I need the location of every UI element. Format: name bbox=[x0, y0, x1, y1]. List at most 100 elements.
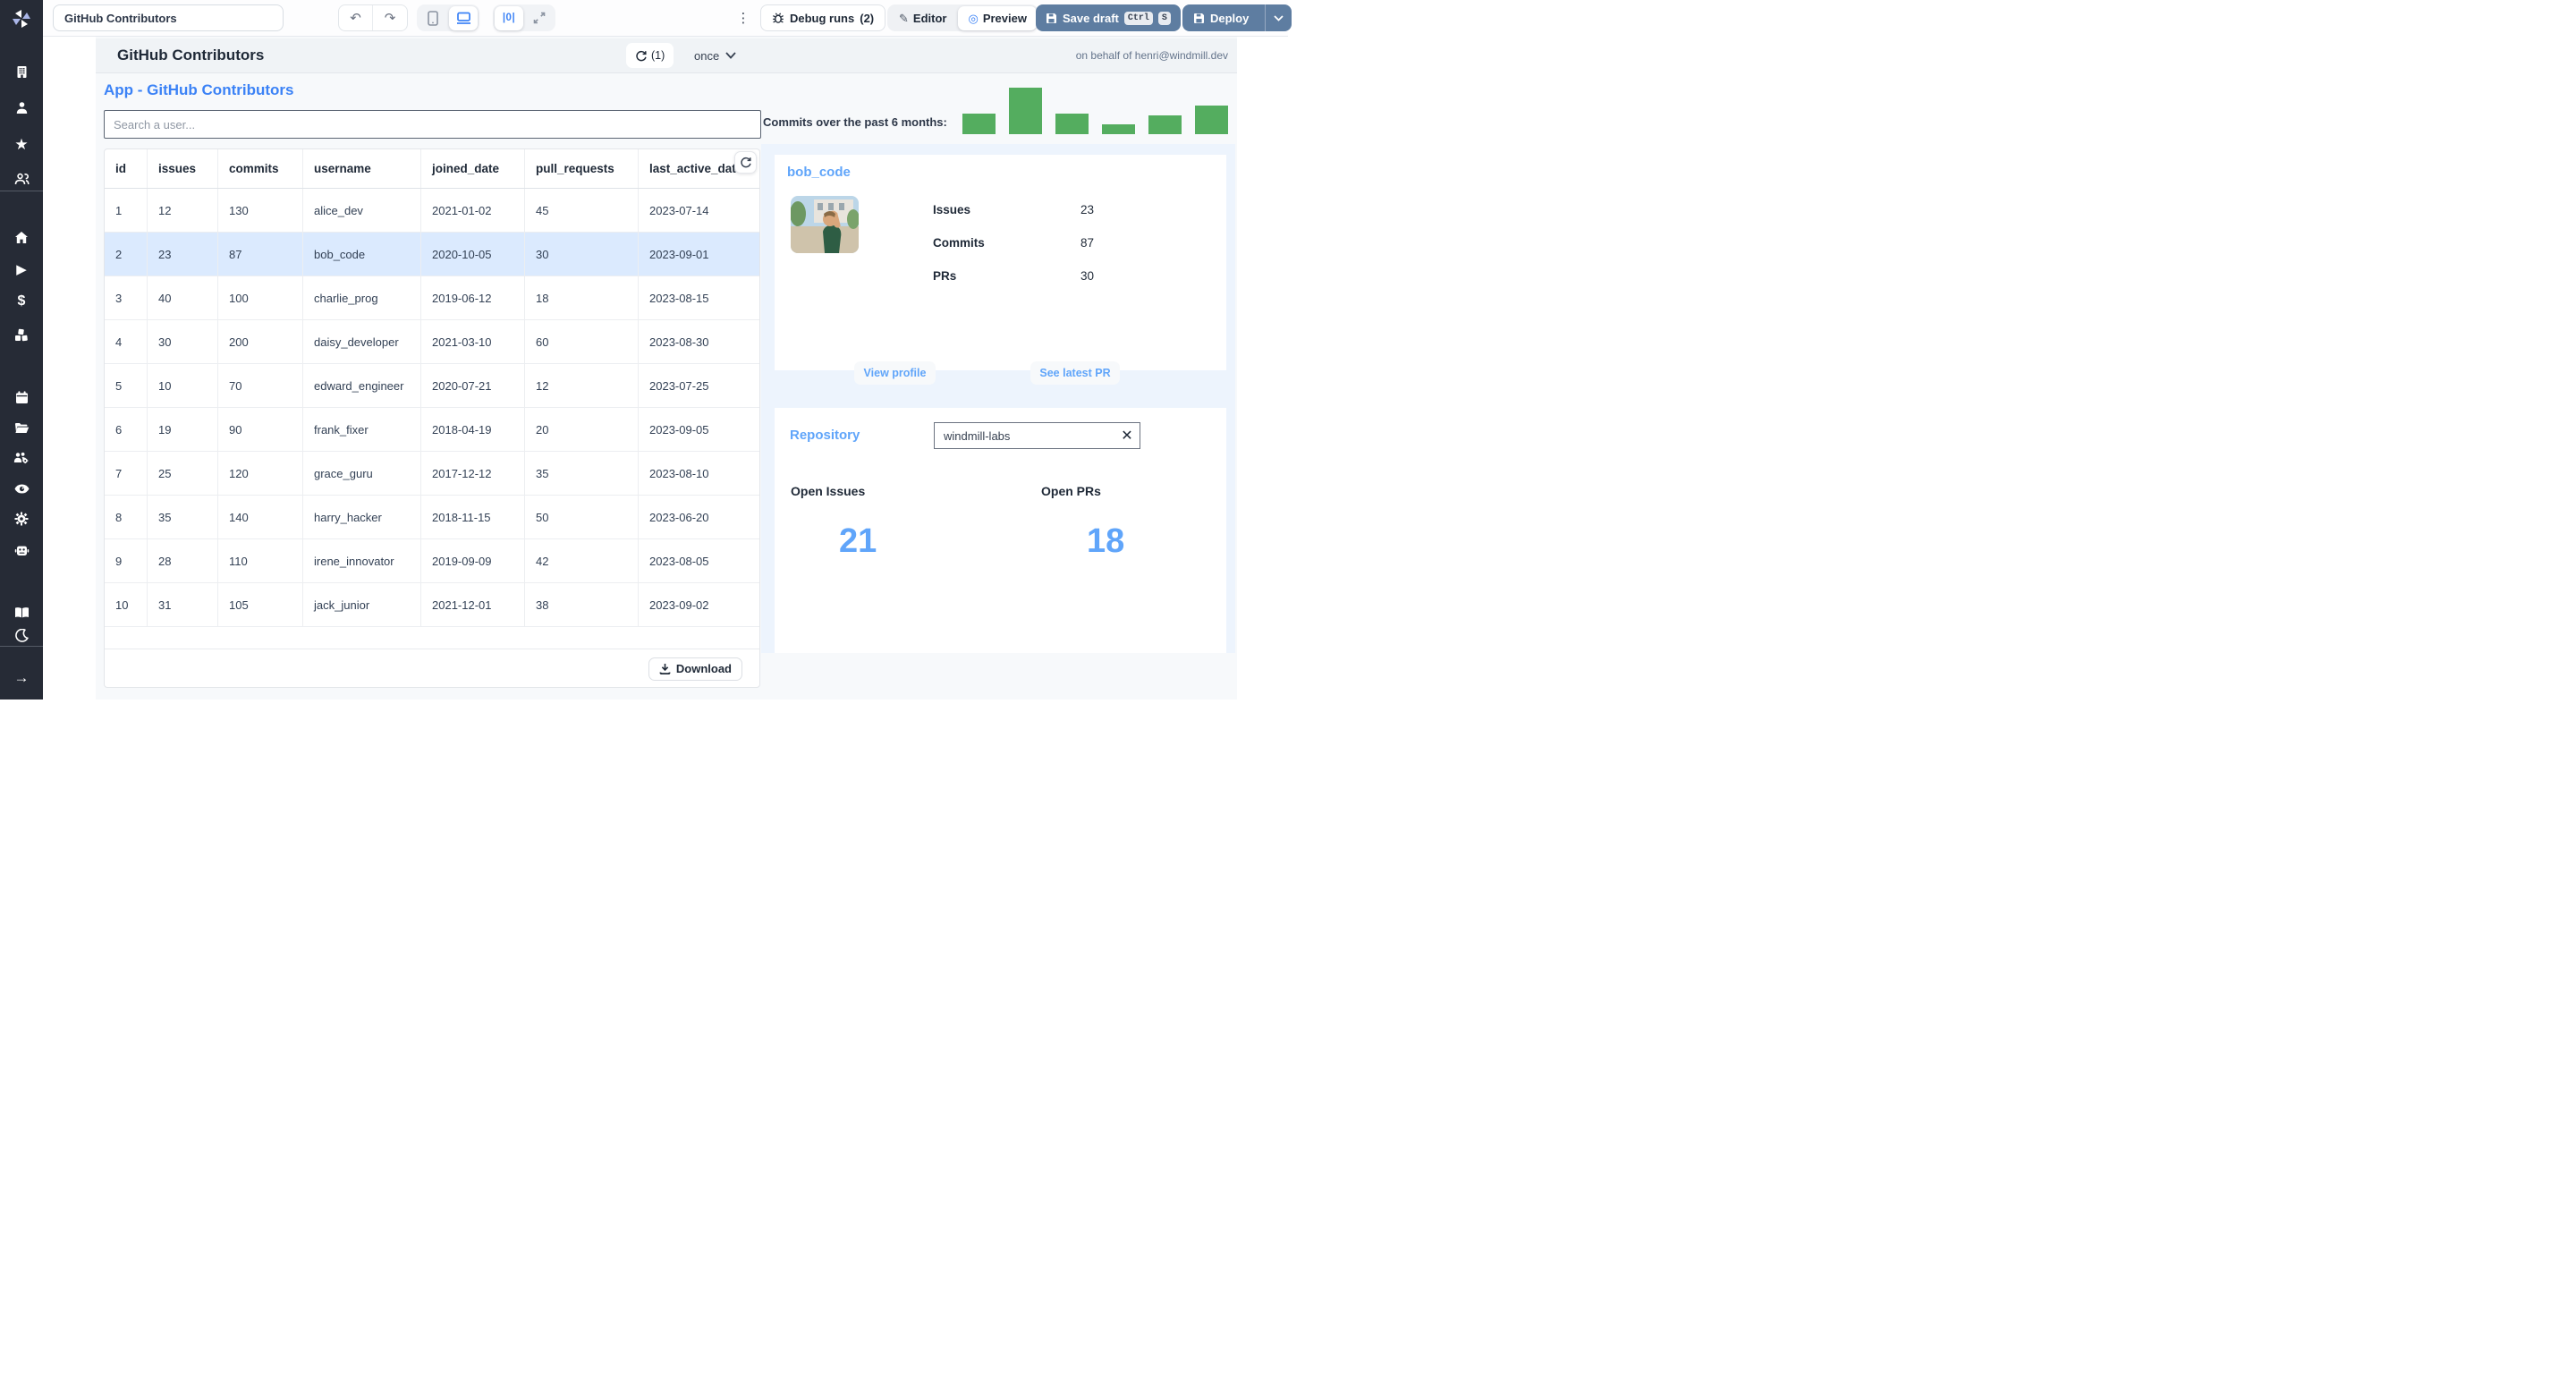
debug-runs-label: Debug runs bbox=[790, 11, 855, 25]
building-icon bbox=[17, 65, 26, 78]
redo-button[interactable]: ↷ bbox=[373, 5, 407, 30]
save-draft-button[interactable]: Save draft Ctrl S bbox=[1036, 4, 1181, 31]
dollar-icon: $ bbox=[17, 293, 26, 309]
sidebar-item-audit[interactable] bbox=[0, 477, 43, 500]
table-row[interactable]: 2 23 87 bob_code 2020-10-05 30 2023-09-01 bbox=[105, 233, 759, 276]
preview-tab[interactable]: ◎ Preview bbox=[958, 5, 1037, 30]
chevron-down-icon bbox=[1274, 14, 1284, 21]
table-row[interactable]: 10 31 105 jack_junior 2021-12-01 38 2023-09-02 bbox=[105, 583, 759, 627]
table-cell: 60 bbox=[525, 320, 639, 363]
table-cell: 38 bbox=[525, 583, 639, 626]
search-input[interactable] bbox=[104, 110, 761, 139]
robot-icon bbox=[14, 546, 29, 555]
table-cell: 4 bbox=[105, 320, 148, 363]
app-title-input[interactable] bbox=[53, 4, 284, 31]
table-cell: 90 bbox=[218, 408, 303, 451]
star-icon: ★ bbox=[14, 135, 29, 153]
sidebar-item-home[interactable] bbox=[0, 225, 43, 249]
table-cell: 35 bbox=[525, 452, 639, 495]
sidebar-item-settings[interactable] bbox=[0, 507, 43, 530]
app-refresh-button[interactable]: (1) bbox=[626, 43, 674, 68]
sidebar-item-docs[interactable] bbox=[0, 600, 43, 623]
sidebar-item-users[interactable] bbox=[0, 167, 43, 191]
deploy-options-button[interactable] bbox=[1265, 4, 1292, 31]
table-row[interactable]: 4 30 200 daisy_developer 2021-03-10 60 2023-08… bbox=[105, 320, 759, 364]
see-latest-pr-button[interactable]: See latest PR bbox=[1030, 361, 1120, 385]
table-cell: 2023-09-01 bbox=[649, 247, 709, 261]
top-toolbar: ↶ ↷ |0| ⋮ Debug runs (2) bbox=[0, 0, 1292, 37]
users-icon bbox=[14, 173, 30, 185]
undo-button[interactable]: ↶ bbox=[339, 5, 373, 30]
user-card: bob_code Issues 23 Commits 87 PRs 30 Vie… bbox=[775, 155, 1226, 385]
stat-value: 30 bbox=[1080, 269, 1095, 283]
table-header-row: id issues commits username joined_date pull_r… bbox=[105, 149, 759, 189]
windmill-logo[interactable] bbox=[0, 0, 43, 37]
column-header-joined_date: joined_date bbox=[421, 149, 525, 188]
debug-runs-button[interactable]: Debug runs (2) bbox=[760, 4, 886, 31]
table-cell: 2 bbox=[105, 233, 148, 276]
editor-tab[interactable]: ✎ Editor bbox=[889, 6, 956, 30]
sidebar-item-resources[interactable] bbox=[0, 323, 43, 346]
sidebar-item-workspace[interactable] bbox=[0, 60, 43, 83]
download-button[interactable]: Download bbox=[648, 657, 742, 681]
sidebar-item-favorites[interactable]: ★ bbox=[0, 132, 43, 156]
desktop-view-button[interactable] bbox=[449, 5, 478, 30]
debug-runs-count: (2) bbox=[860, 11, 875, 25]
deploy-split-button: Deploy bbox=[1182, 4, 1292, 31]
sidebar-item-runs[interactable]: ▶ bbox=[0, 258, 43, 281]
commit-bar bbox=[1102, 124, 1135, 134]
eye-icon bbox=[14, 484, 29, 493]
table-cell: 2019-06-12 bbox=[421, 276, 525, 319]
sidebar-item-user[interactable] bbox=[0, 96, 43, 119]
table-empty-row bbox=[105, 627, 759, 649]
sidebar-item-groups[interactable] bbox=[0, 446, 43, 470]
download-label: Download bbox=[675, 662, 732, 675]
sidebar-item-theme[interactable] bbox=[0, 623, 43, 647]
mobile-view-button[interactable] bbox=[419, 6, 447, 30]
table-cell: 12 bbox=[525, 364, 639, 407]
table-cell: 12 bbox=[148, 189, 218, 232]
table-cell: 1 bbox=[105, 189, 148, 232]
table-cell: 2020-07-21 bbox=[421, 364, 525, 407]
clear-input-icon[interactable]: ✕ bbox=[1114, 427, 1140, 445]
table-row[interactable]: 5 10 70 edward_engineer 2020-07-21 12 2023-07-… bbox=[105, 364, 759, 408]
deploy-button[interactable]: Deploy bbox=[1182, 4, 1259, 31]
commit-bar bbox=[1148, 115, 1182, 134]
table-cell: grace_guru bbox=[303, 452, 421, 495]
sidebar-expand-button[interactable]: → bbox=[0, 666, 43, 689]
user-card-title: bob_code bbox=[787, 165, 851, 180]
fullwidth-layout-button[interactable] bbox=[525, 6, 554, 30]
table-row[interactable]: 8 35 140 harry_hacker 2018-11-15 50 2023-06-20 bbox=[105, 496, 759, 539]
table-cell: 42 bbox=[525, 539, 639, 582]
table-cell: 2023-07-14 bbox=[649, 203, 709, 217]
sidebar-item-folders[interactable] bbox=[0, 416, 43, 439]
table-row[interactable]: 1 12 130 alice_dev 2021-01-02 45 2023-07-14 bbox=[105, 189, 759, 233]
centered-layout-button[interactable]: |0| bbox=[495, 5, 523, 30]
table-cell: 18 bbox=[525, 276, 639, 319]
repository-input-wrap: ✕ bbox=[934, 422, 1140, 449]
more-options-button[interactable]: ⋮ bbox=[735, 7, 751, 29]
gear-icon bbox=[14, 512, 29, 526]
schedule-dropdown[interactable]: once bbox=[694, 43, 736, 68]
view-profile-label: View profile bbox=[863, 367, 927, 379]
table-row[interactable]: 3 40 100 charlie_prog 2019-06-12 18 2023-08-15 bbox=[105, 276, 759, 320]
chevron-down-icon bbox=[725, 52, 736, 59]
table-row[interactable]: 6 19 90 frank_fixer 2018-04-19 20 2023-09-05 bbox=[105, 408, 759, 452]
table-cell: 5 bbox=[105, 364, 148, 407]
editor-preview-toggle: ✎ Editor ◎ Preview bbox=[887, 4, 1038, 31]
table-refresh-button[interactable] bbox=[734, 151, 757, 174]
table-row[interactable]: 7 25 120 grace_guru 2017-12-12 35 2023-08-10 bbox=[105, 452, 759, 496]
view-profile-button[interactable]: View profile bbox=[854, 361, 936, 385]
commit-bar bbox=[962, 114, 996, 134]
table-cell: 45 bbox=[525, 189, 639, 232]
sidebar-item-variables[interactable]: $ bbox=[0, 290, 43, 313]
table-cell: 100 bbox=[218, 276, 303, 319]
table-row[interactable]: 9 28 110 irene_innovator 2019-09-09 42 2023-08… bbox=[105, 539, 759, 583]
sidebar-item-schedules[interactable] bbox=[0, 386, 43, 409]
repository-input[interactable] bbox=[935, 428, 1114, 443]
pencil-icon: ✎ bbox=[899, 11, 909, 25]
table-cell: 70 bbox=[218, 364, 303, 407]
table-cell: charlie_prog bbox=[303, 276, 421, 319]
sidebar-item-workers[interactable] bbox=[0, 538, 43, 562]
expand-icon bbox=[533, 12, 546, 24]
